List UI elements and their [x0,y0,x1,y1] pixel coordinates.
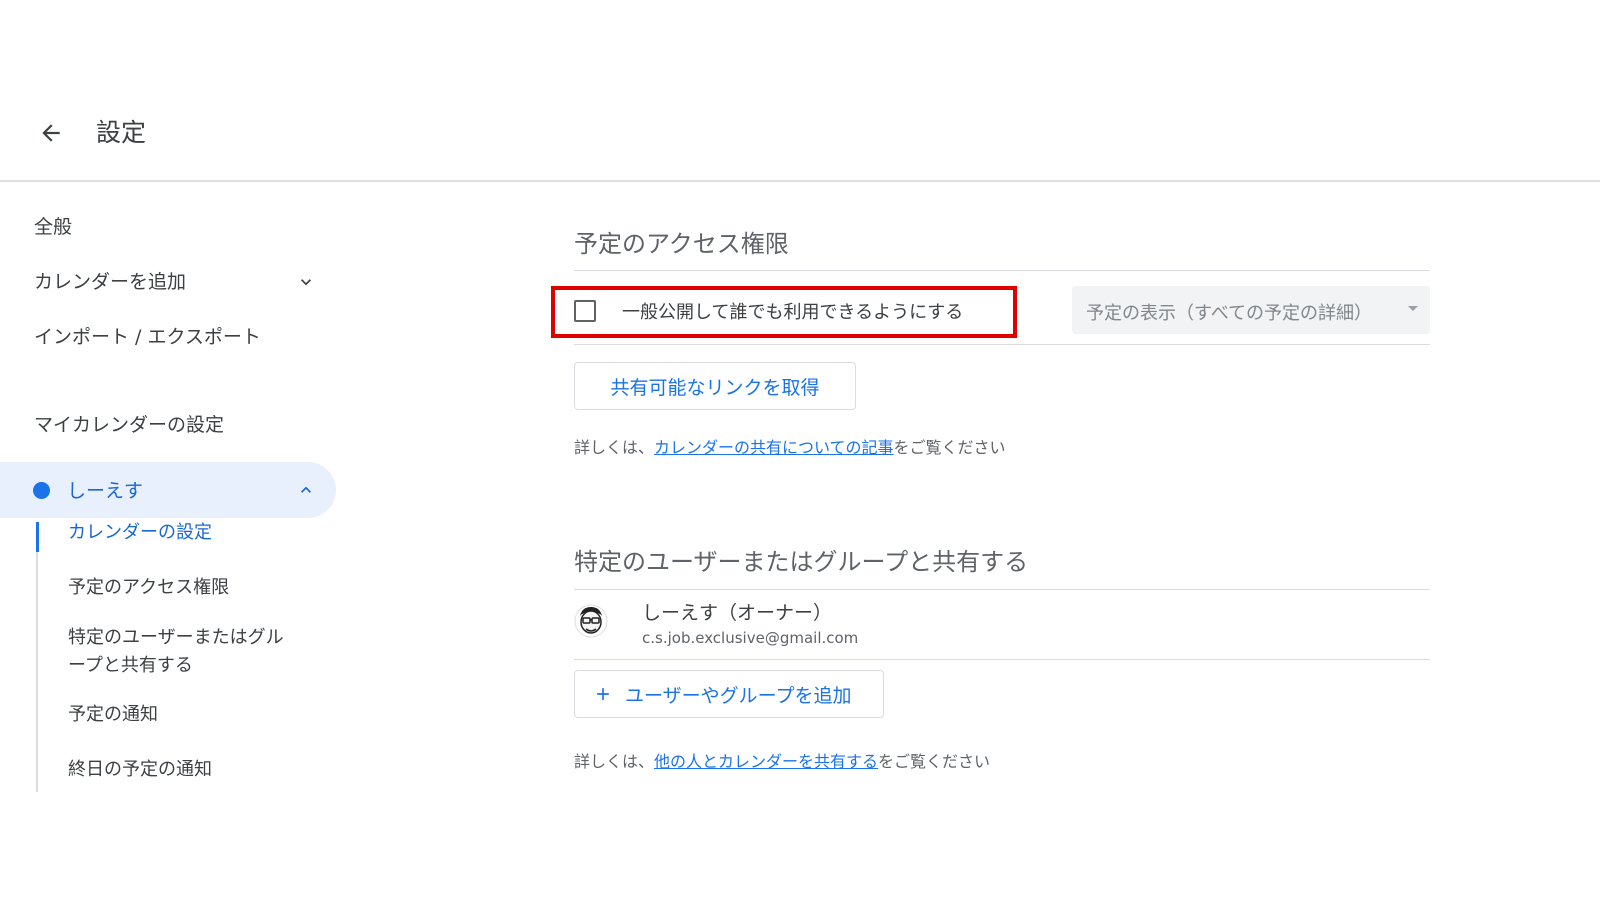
add-people-button[interactable]: ユーザーやグループを追加 [574,670,884,718]
visibility-select: 予定の表示（すべての予定の詳細） [1072,286,1430,334]
settings-header: 設定 [0,0,1600,182]
owner-email: c.s.job.exclusive@gmail.com [642,629,859,647]
divider [574,270,1430,271]
subnav-active-indicator [36,522,39,552]
access-helper-text: 詳しくは、カレンダーの共有についての記事をご覧ください [574,434,1006,458]
sidebar-item-general[interactable]: 全般 [34,212,72,239]
sidebar-subitem-event-notifications[interactable]: 予定の通知 [68,701,158,729]
sidebar-subitem-share-line1: 特定のユーザーまたはグル [68,627,284,648]
back-button[interactable] [34,116,68,150]
sidebar-subitem-share-with-people[interactable]: 特定のユーザーまたはグル ープと共有する [68,624,284,680]
owner-name: しーえす（オーナー） [642,602,833,624]
plus-icon [597,688,609,700]
get-shareable-link-label: 共有可能なリンクを取得 [610,376,820,399]
my-calendars-heading: マイカレンダーの設定 [34,414,225,436]
settings-main: 予定のアクセス権限 一般公開して誰でも利用できるようにする 予定の表示（すべての… [551,182,1430,882]
add-people-label: ユーザーやグループを追加 [625,684,852,707]
subnav-rail [36,532,38,792]
share-calendar-link[interactable]: 他の人とカレンダーを共有する [654,752,878,771]
helper-prefix: 詳しくは、 [574,438,655,457]
dropdown-arrow-icon [1408,306,1418,311]
page-title: 設定 [96,118,147,147]
sidebar-item-import-export[interactable]: インポート / エクスポート [34,322,261,349]
sidebar-subitem-all-day-notifications[interactable]: 終日の予定の通知 [68,756,212,784]
public-checkbox[interactable] [574,300,596,322]
avatar [574,604,608,638]
visibility-select-value: 予定の表示（すべての予定の詳細） [1086,303,1373,324]
sharing-article-link[interactable]: カレンダーの共有についての記事 [654,438,894,457]
sidebar-subitem-access-permissions[interactable]: 予定のアクセス権限 [68,574,229,602]
share-with-people-title: 特定のユーザーまたはグループと共有する [574,548,1029,576]
divider [574,589,1430,590]
access-permissions-title: 予定のアクセス権限 [574,230,789,258]
calendar-color-dot [33,482,50,499]
calendar-name: しーえす [67,480,144,502]
get-shareable-link-button[interactable]: 共有可能なリンクを取得 [574,362,856,410]
sidebar-subitem-calendar-settings[interactable]: カレンダーの設定 [68,519,212,547]
divider [574,344,1430,345]
public-checkbox-label[interactable]: 一般公開して誰でも利用できるようにする [622,298,963,324]
sidebar-subitem-share-line2: ープと共有する [68,655,193,676]
helper-suffix: をご覧ください [878,752,991,771]
helper-prefix: 詳しくは、 [574,752,655,771]
helper-suffix: をご覧ください [893,438,1006,457]
divider [574,659,1430,660]
chevron-down-icon[interactable] [296,272,316,292]
share-helper-text: 詳しくは、他の人とカレンダーを共有するをご覧ください [574,748,990,772]
chevron-up-icon[interactable] [296,480,316,500]
arrow-back-icon [42,124,60,142]
settings-sidebar: 全般 カレンダーを追加 インポート / エクスポート マイカレンダーの設定 しー… [0,182,340,900]
sidebar-item-calendar-shiesu[interactable]: しーえす [0,462,336,518]
sidebar-item-add-calendar[interactable]: カレンダーを追加 [34,267,186,294]
